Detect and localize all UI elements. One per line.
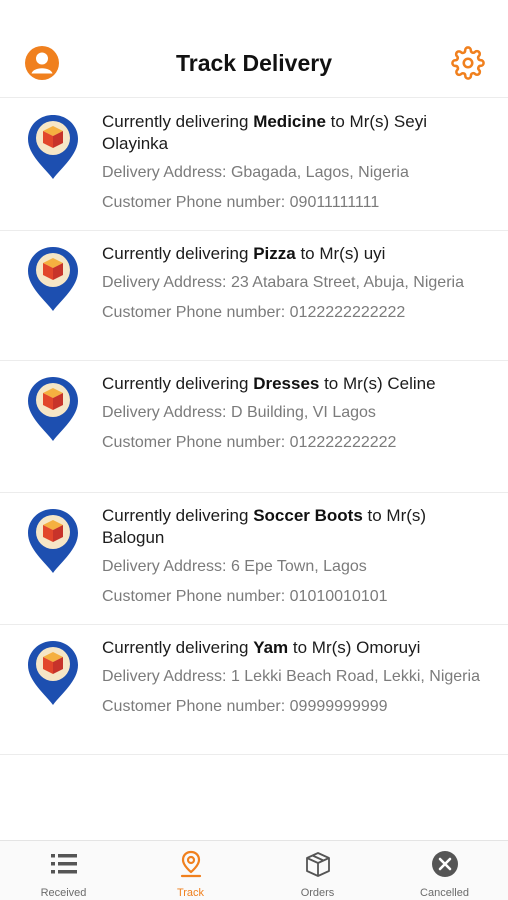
delivery-address: Delivery Address: 1 Lekki Beach Road, Le… [102, 668, 480, 685]
tab-track[interactable]: Track [127, 841, 254, 900]
delivery-item[interactable]: Currently delivering Medicine to Mr(s) S… [0, 99, 508, 231]
delivery-prefix: Currently delivering [102, 374, 254, 393]
delivery-pin-icon [28, 641, 78, 705]
customer-phone: Customer Phone number: 012222222222 [102, 434, 397, 451]
delivery-item-name: Soccer Boots [253, 506, 363, 525]
delivery-prefix: Currently delivering [102, 506, 254, 525]
page-title: Track Delivery [175, 50, 332, 76]
delivery-pin-icon [28, 377, 78, 441]
delivery-recipient: to Mr(s) Celine [319, 374, 436, 393]
delivery-item[interactable]: Currently delivering Pizza to Mr(s) uyi … [0, 231, 508, 361]
list-icon [50, 854, 77, 874]
delivery-item[interactable]: Currently delivering Soccer Boots to Mr(… [0, 493, 508, 625]
delivery-address: Delivery Address: 6 Epe Town, Lagos [102, 558, 367, 575]
app-header: Track Delivery [0, 0, 508, 98]
tab-label: Orders [300, 887, 335, 899]
delivery-item[interactable]: Currently delivering Yam to Mr(s) Omoruy… [0, 625, 508, 755]
customer-phone: Customer Phone number: 09011111111 [102, 194, 380, 211]
customer-phone: Customer Phone number: 01010010101 [102, 588, 388, 605]
delivery-pin-icon [28, 509, 78, 573]
box-icon [305, 852, 330, 877]
delivery-pin-icon [28, 115, 78, 179]
delivery-item-name: Pizza [253, 244, 296, 263]
tab-orders[interactable]: Orders [254, 841, 381, 900]
customer-phone: Customer Phone number: 09999999999 [102, 698, 388, 715]
gear-icon[interactable] [451, 46, 485, 80]
delivery-address: Delivery Address: 23 Atabara Street, Abu… [102, 274, 464, 291]
delivery-address: Delivery Address: D Building, VI Lagos [102, 404, 376, 421]
delivery-item-name: Medicine [253, 112, 326, 131]
delivery-pin-icon [28, 247, 78, 311]
bottom-tab-bar: Received Track Orders Cancelled [0, 840, 508, 900]
tab-received[interactable]: Received [0, 841, 127, 900]
delivery-address: Delivery Address: Gbagada, Lagos, Nigeri… [102, 164, 409, 181]
tab-label: Track [176, 887, 205, 899]
delivery-recipient: to Mr(s) uyi [295, 244, 386, 263]
tab-label: Received [40, 887, 87, 899]
delivery-prefix: Currently delivering [102, 638, 254, 657]
tab-cancelled[interactable]: Cancelled [381, 841, 508, 900]
cancel-circle-icon [431, 851, 458, 877]
delivery-item-name: Dresses [253, 374, 320, 393]
map-pin-icon [180, 850, 201, 878]
delivery-prefix: Currently delivering [102, 244, 254, 263]
delivery-list: Currently delivering Medicine to Mr(s) S… [0, 99, 508, 755]
delivery-prefix: Currently delivering [102, 112, 254, 131]
delivery-recipient: to Mr(s) Omoruyi [288, 638, 421, 657]
delivery-item-name: Yam [253, 638, 289, 657]
delivery-item[interactable]: Currently delivering Dresses to Mr(s) Ce… [0, 361, 508, 493]
customer-phone: Customer Phone number: 0122222222222 [102, 304, 406, 321]
tab-label: Cancelled [420, 887, 469, 899]
